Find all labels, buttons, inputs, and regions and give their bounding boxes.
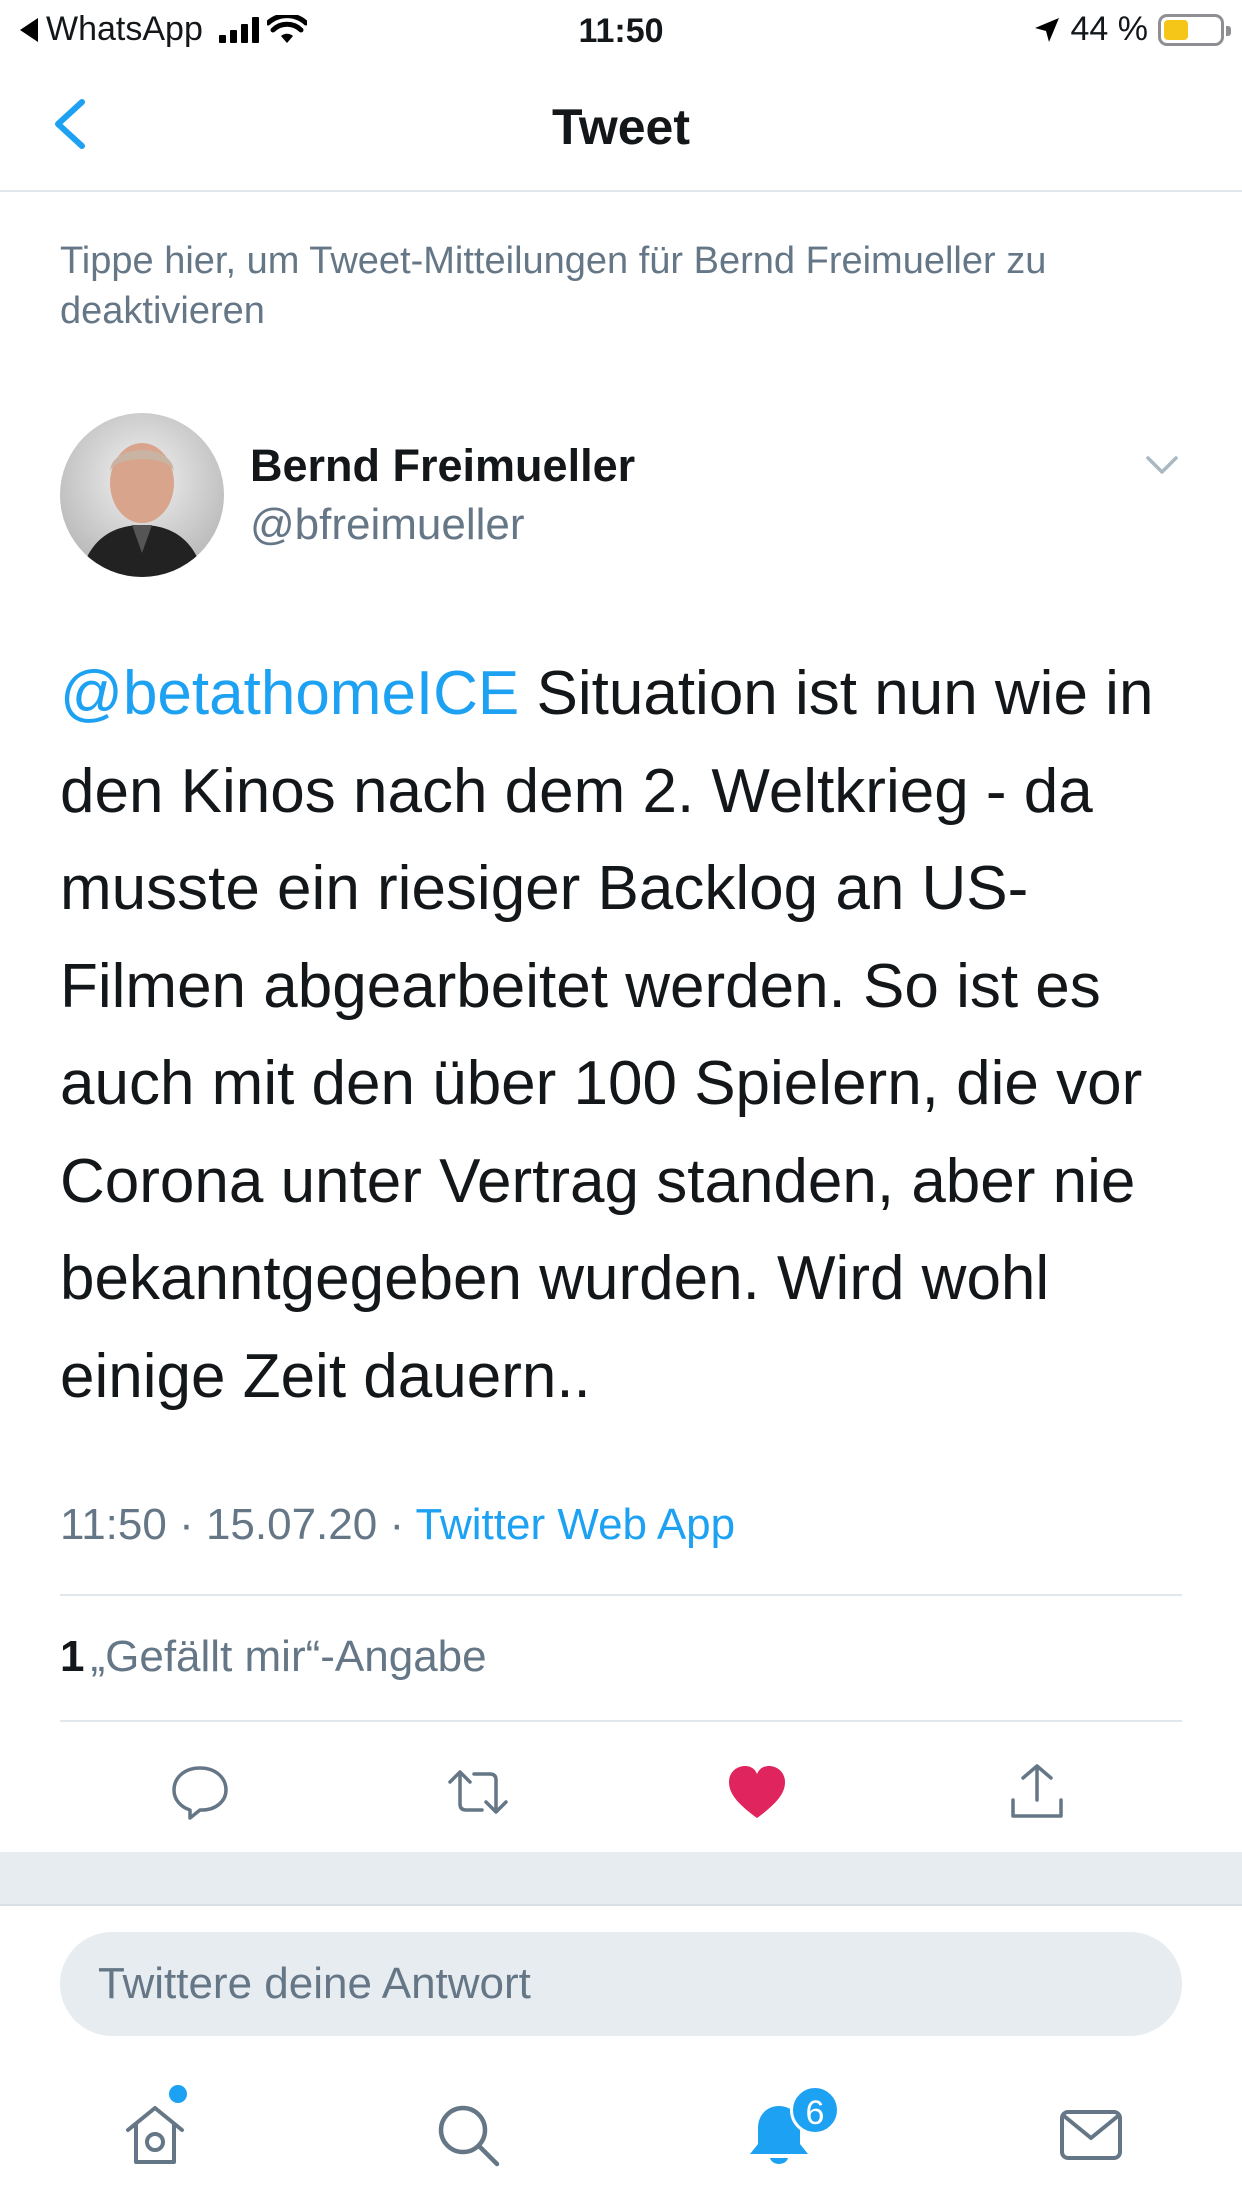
author-handle[interactable]: @bfreimueller [250,500,525,550]
nav-bar: Tweet [0,62,1242,192]
location-arrow-icon [1034,17,1059,42]
status-bar: WhatsApp 11:50 44 % [0,0,1242,62]
reply-input[interactable] [60,1932,1182,2036]
tweet-text: @betathomeICE Situation ist nun wie in d… [60,645,1190,1425]
like-count: 1 [60,1632,85,1681]
search-icon[interactable] [433,2100,503,2170]
likes-summary[interactable]: 1 „Gefällt mir“-Angabe [60,1632,487,1682]
author-name[interactable]: Bernd Freimueller [250,440,635,492]
mail-icon[interactable] [1056,2100,1126,2170]
tweet-date: 15.07.20 [205,1500,378,1549]
reply-box[interactable] [60,1932,1182,2036]
battery-level [1164,19,1188,40]
heart-icon[interactable] [725,1760,789,1824]
meta-separator: · [166,1500,206,1549]
reply-icon[interactable] [168,1760,232,1824]
tweet-meta: 11:50 · 15.07.20 · Twitter Web App [60,1500,735,1550]
like-label: „Gefällt mir“-Angabe [90,1632,487,1681]
mention-link[interactable]: @betathomeICE [60,659,519,728]
chevron-down-icon[interactable] [1142,450,1182,480]
home-icon[interactable] [120,2100,190,2170]
divider [60,1594,1182,1596]
page-title: Tweet [552,99,690,155]
notification-badge: 6 [790,2085,840,2135]
battery-icon [1158,13,1231,46]
tweet-source-link[interactable]: Twitter Web App [416,1500,736,1549]
notification-toggle-hint[interactable]: Tippe hier, um Tweet-Mitteilungen für Be… [60,236,1180,336]
retweet-icon[interactable] [446,1760,510,1824]
meta-separator: · [377,1500,416,1549]
section-separator [0,1852,1242,1906]
avatar[interactable] [60,413,224,577]
tweet-body: Situation ist nun wie in den Kinos nach … [60,659,1154,1411]
divider [60,1720,1182,1722]
share-icon[interactable] [1005,1760,1069,1824]
tweet-time: 11:50 [60,1500,167,1549]
battery-percent: 44 % [1070,10,1149,48]
home-new-dot [169,2085,187,2103]
